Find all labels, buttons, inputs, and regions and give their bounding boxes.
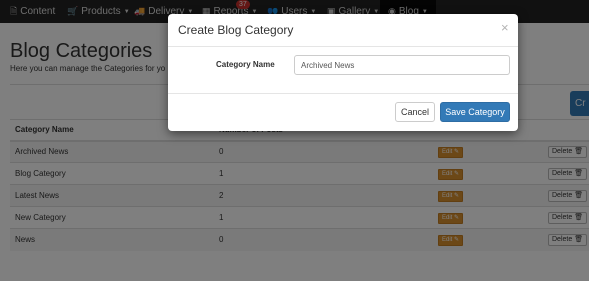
modal-header: Create Blog Category × [168, 14, 518, 47]
category-name-input[interactable] [294, 55, 510, 75]
category-name-label: Category Name [216, 60, 275, 69]
save-category-button[interactable]: Save Category [440, 102, 510, 122]
cancel-button[interactable]: Cancel [395, 102, 435, 122]
close-icon[interactable]: × [501, 20, 509, 35]
create-category-modal: Create Blog Category × Category Name Can… [168, 14, 518, 131]
modal-footer-divider [168, 93, 518, 94]
modal-title: Create Blog Category [178, 23, 294, 37]
